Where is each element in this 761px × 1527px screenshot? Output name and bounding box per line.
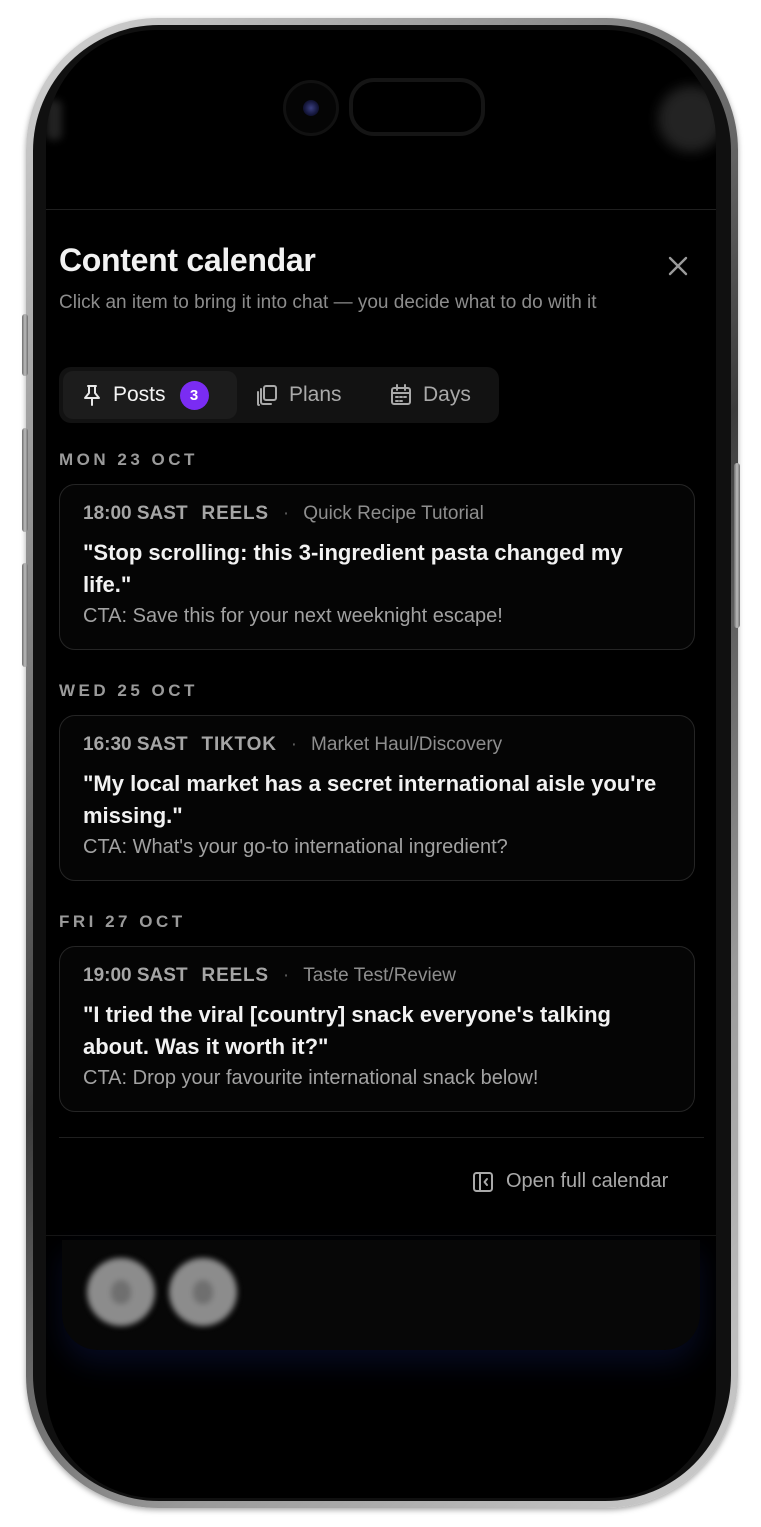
post-hook: "Stop scrolling: this 3-ingredient pasta… — [83, 540, 623, 597]
post-cta: CTA: Drop your favourite international s… — [83, 1067, 539, 1089]
phone-screen: Content calendar Click an item to bring … — [46, 30, 716, 1498]
tab-posts-label: Posts — [113, 383, 166, 406]
post-platform: REELS — [201, 965, 269, 986]
open-full-calendar-label: Open full calendar — [506, 1170, 669, 1192]
tab-bar: Posts 3 Plans Days — [59, 367, 499, 423]
tab-plans-label: Plans — [289, 383, 342, 406]
meta-separator: · — [282, 503, 290, 524]
post-meta: 18:00 SAST REELS · Quick Recipe Tutorial — [83, 503, 484, 525]
post-platform: REELS — [201, 503, 269, 524]
post-meta: 16:30 SAST TIKTOK · Market Haul/Discovery — [83, 734, 502, 756]
day-header: MON 23 OCT — [59, 450, 198, 469]
post-type: Taste Test/Review — [303, 965, 457, 986]
meta-separator: · — [290, 734, 298, 755]
volume-up-button — [22, 428, 28, 532]
volume-down-button — [22, 563, 28, 667]
dynamic-island — [349, 78, 485, 136]
post-card[interactable]: 18:00 SAST REELS · Quick Recipe Tutorial "S… — [59, 484, 695, 650]
composer-divider — [46, 1235, 716, 1236]
footer-divider — [59, 1137, 704, 1138]
close-icon — [668, 256, 688, 276]
tab-days[interactable]: Days — [389, 371, 471, 419]
copy-stack-icon — [257, 385, 277, 406]
panel-title: Content calendar — [59, 242, 316, 278]
post-hook: "My local market has a secret internatio… — [83, 771, 657, 828]
sidebar-panel-icon — [473, 1171, 493, 1192]
blurred-icon — [111, 1280, 131, 1304]
pin-icon — [84, 385, 100, 406]
post-cta: CTA: What's your go-to international ing… — [83, 836, 508, 858]
tab-days-label: Days — [423, 383, 471, 406]
power-button — [734, 463, 740, 628]
tab-posts[interactable]: Posts 3 — [63, 371, 237, 419]
blurred-icon — [193, 1280, 213, 1304]
meta-separator: · — [282, 965, 290, 986]
post-type: Quick Recipe Tutorial — [303, 503, 484, 524]
post-time: 16:30 SAST — [83, 734, 188, 755]
posts-count-badge: 3 — [179, 380, 209, 410]
panel-subtitle: Click an item to bring it into chat — yo… — [59, 292, 597, 313]
blurred-header-element — [46, 100, 62, 140]
post-hook: "I tried the viral [country] snack every… — [83, 1002, 611, 1059]
front-camera — [283, 80, 339, 136]
chat-composer — [62, 1240, 700, 1350]
blurred-header-button — [658, 86, 716, 152]
panel-top-divider — [46, 209, 716, 210]
tab-plans[interactable]: Plans — [255, 371, 342, 419]
calendar-icon — [391, 384, 411, 405]
action-button — [22, 314, 28, 376]
post-time: 18:00 SAST — [83, 503, 188, 524]
close-button[interactable] — [664, 252, 692, 280]
post-card[interactable]: 16:30 SAST TIKTOK · Market Haul/Discovery "… — [59, 715, 695, 881]
blurred-action-button[interactable] — [169, 1258, 237, 1326]
post-time: 19:00 SAST — [83, 965, 188, 986]
post-card[interactable]: 19:00 SAST REELS · Taste Test/Review "I tri… — [59, 946, 695, 1112]
post-platform: TIKTOK — [201, 734, 277, 755]
post-meta: 19:00 SAST REELS · Taste Test/Review — [83, 965, 456, 987]
blurred-attach-button[interactable] — [87, 1258, 155, 1326]
day-header: FRI 27 OCT — [59, 912, 186, 931]
open-full-calendar-button[interactable]: Open full calendar — [472, 1170, 668, 1193]
post-type: Market Haul/Discovery — [311, 734, 503, 755]
post-cta: CTA: Save this for your next weeknight e… — [83, 605, 503, 627]
day-header: WED 25 OCT — [59, 681, 198, 700]
